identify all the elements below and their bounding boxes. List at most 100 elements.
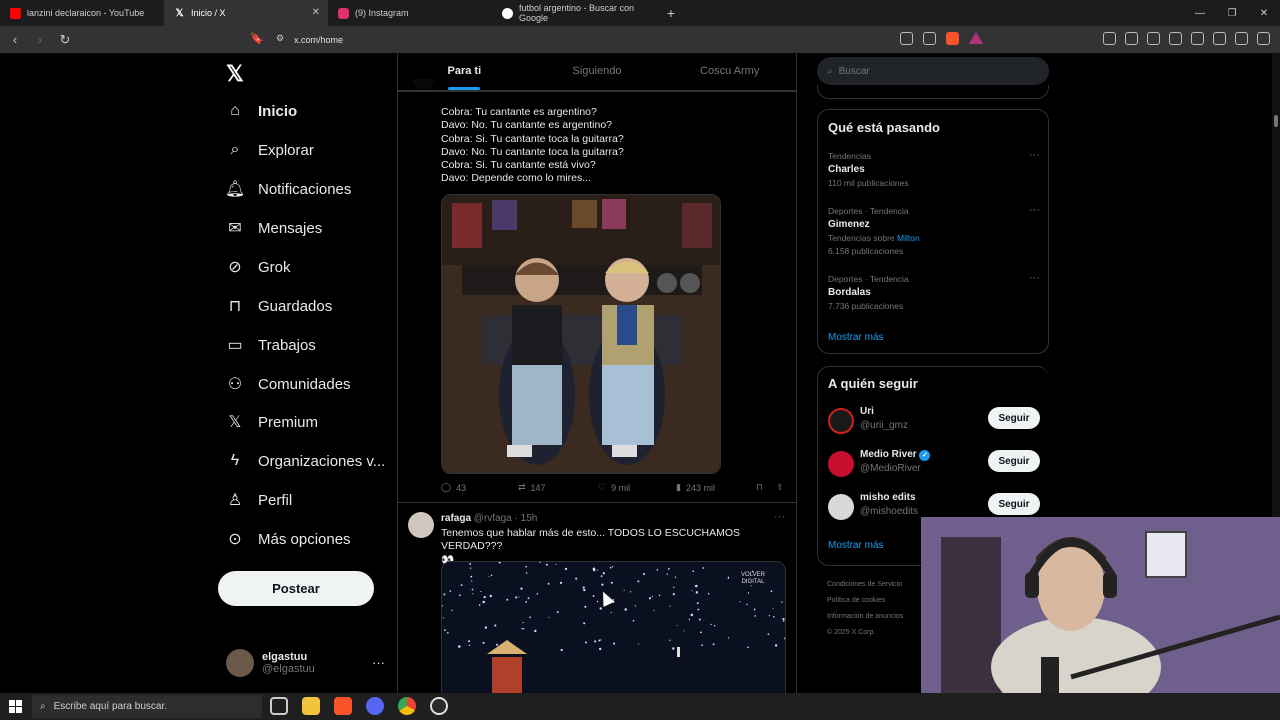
reply-button[interactable]: ◯ 43 (441, 482, 518, 493)
tab-title: futbol argentino - Buscar con Google (519, 3, 635, 23)
back-icon[interactable]: ‹ (5, 32, 25, 47)
more-dots-icon[interactable]: ··· (372, 655, 385, 670)
nav-item-trabajos[interactable]: ▭ Trabajos (226, 330, 315, 360)
tab-coscu-army[interactable]: Coscu Army (663, 53, 796, 90)
more-dots-icon[interactable]: ··· (1029, 149, 1040, 161)
nav-item-grok[interactable]: ⊘ Grok (226, 252, 290, 282)
search-icon: ⌕ (827, 65, 833, 77)
more-dots-icon[interactable]: ··· (1029, 272, 1040, 284)
chrome-icon[interactable] (398, 697, 416, 715)
music-icon[interactable] (1147, 32, 1160, 45)
author-name[interactable]: rafaga (441, 513, 471, 524)
obs-icon[interactable] (430, 697, 448, 715)
trend-name: Charles (828, 164, 865, 175)
video-watermark: VOLVER DIGITAL (741, 572, 765, 585)
trend-item[interactable]: Deportes · Tendencia Bordalas 7.736 publ… (828, 272, 1040, 311)
nav-item-organizaciones[interactable]: ϟ Organizaciones v... (226, 446, 386, 476)
url-field[interactable]: ⚙ x.com/home (268, 30, 992, 49)
tweet-time[interactable]: 15h (521, 513, 538, 524)
brave-shield-icon[interactable] (946, 32, 959, 45)
author-handle[interactable]: @rvfaga (474, 513, 512, 524)
tab-para-ti[interactable]: Para ti (398, 53, 531, 90)
menu-icon[interactable] (1257, 32, 1270, 45)
views-button[interactable]: ▮ 243 mil (676, 482, 756, 493)
follow-button[interactable]: Seguir (988, 493, 1040, 515)
follow-button[interactable]: Seguir (988, 407, 1040, 429)
close-tab-icon[interactable]: ✕ (312, 7, 320, 18)
scrollbar-thumb[interactable] (1274, 115, 1278, 127)
x-logo-icon[interactable]: 𝕏 (226, 61, 244, 87)
nav-item-perfil[interactable]: ♙ Perfil (226, 485, 292, 515)
minimize-icon[interactable]: — (1184, 0, 1216, 26)
discord-icon[interactable] (366, 697, 384, 715)
url-text: x.com/home (294, 34, 344, 45)
new-tab-button[interactable]: + (658, 5, 684, 21)
tab-youtube[interactable]: lanzini declaraicon - YouTube (0, 0, 164, 26)
follow-handle: @mishoedits (860, 506, 918, 517)
vpn-icon[interactable] (1235, 32, 1248, 45)
reload-icon[interactable]: ↻ (55, 32, 75, 48)
trend-related-link[interactable]: Milton (897, 233, 920, 243)
trends-panel: Qué está pasando Tendencias Charles 110 … (817, 109, 1049, 354)
leo-ai-icon[interactable] (1213, 32, 1226, 45)
nav-item-mas-opciones[interactable]: ⊙ Más opciones (226, 524, 350, 554)
windows-start-icon[interactable] (9, 700, 22, 713)
nav-label: Organizaciones v... (258, 452, 386, 470)
tab-instagram[interactable]: (9) Instagram (328, 0, 492, 26)
trend-item[interactable]: Deportes · Tendencia Gimenez Tendencias … (828, 204, 1040, 256)
more-dots-icon[interactable]: ··· (1029, 204, 1040, 216)
nav-label: Premium (258, 413, 319, 431)
show-more-follow-link[interactable]: Mostrar más (828, 540, 884, 551)
forward-icon[interactable]: › (30, 32, 50, 47)
extensions-icon[interactable] (1103, 32, 1116, 45)
share-button[interactable]: ⇪ (776, 482, 784, 493)
bookmark-page-icon[interactable]: 🔖 (250, 32, 264, 45)
site-settings-icon[interactable]: ⚙ (276, 33, 284, 44)
tab-google[interactable]: futbol argentino - Buscar con Google (492, 0, 658, 26)
nav-item-notificaciones[interactable]: 🔔︎ Notificaciones (225, 174, 352, 204)
briefcase-icon: ▭ (227, 337, 243, 354)
nav-item-inicio[interactable]: ⌂ Inicio (226, 96, 297, 126)
show-more-trends-link[interactable]: Mostrar más (828, 332, 884, 343)
brave-browser-icon[interactable] (334, 697, 352, 715)
follow-suggestion[interactable]: Medio River ✓ @MedioRiver Seguir (828, 449, 1040, 479)
more-dots-icon[interactable]: ··· (774, 511, 785, 523)
search-input[interactable]: ⌕ Buscar (817, 57, 1049, 85)
avatar[interactable] (408, 512, 434, 538)
file-explorer-icon[interactable] (302, 697, 320, 715)
tweet-text: Cobra: Tu cantante es argentino? Davo: N… (441, 106, 781, 186)
pip-icon[interactable] (900, 32, 913, 45)
follow-button[interactable]: Seguir (988, 450, 1040, 472)
taskbar-apps (270, 697, 448, 715)
tweet-video[interactable]: VOLVER DIGITAL (441, 561, 786, 693)
search-icon: ⌕ (40, 701, 46, 712)
screenshot-icon[interactable] (1125, 32, 1138, 45)
brave-rewards-icon[interactable] (969, 32, 983, 44)
restore-icon[interactable]: ❐ (1216, 0, 1248, 26)
nav-item-guardados[interactable]: ⊓ Guardados (226, 291, 332, 321)
like-button[interactable]: ♡ 9 mil (598, 482, 676, 493)
account-switcher[interactable]: elgastuu @elgastuu ··· (226, 649, 385, 677)
follow-suggestion[interactable]: Uri @urii_gmz Seguir (828, 406, 1040, 436)
nav-item-comunidades[interactable]: ⚇ Comunidades (226, 369, 351, 399)
bookmark-button[interactable]: ⊓ (756, 482, 776, 493)
tweet-image[interactable] (441, 194, 721, 474)
tab-siguiendo[interactable]: Siguiendo (531, 53, 664, 90)
repost-button[interactable]: ⇄ 147 (518, 482, 598, 493)
trend-count: 7.736 publicaciones (828, 301, 904, 311)
post-button[interactable]: Postear (218, 571, 374, 606)
close-window-icon[interactable]: ✕ (1248, 0, 1280, 26)
tab-x-home[interactable]: 𝕏 Inicio / X ✕ (164, 0, 328, 26)
nav-item-premium[interactable]: 𝕏 Premium (226, 407, 318, 437)
taskbar-search-placeholder: Escribe aquí para buscar. (53, 701, 168, 712)
task-view-icon[interactable] (270, 697, 288, 715)
nav-item-explorar[interactable]: ⌕ Explorar (226, 135, 314, 165)
nav-item-mensajes[interactable]: ✉ Mensajes (226, 213, 322, 243)
tab-title: (9) Instagram (355, 8, 409, 18)
tweet-actions: ◯ 43 ⇄ 147 ♡ 9 mil ▮ 243 mil ⊓ ⇪ (441, 482, 786, 493)
wallet-icon[interactable] (1191, 32, 1204, 45)
sidebar-icon[interactable] (1169, 32, 1182, 45)
share-icon[interactable] (923, 32, 936, 45)
trend-item[interactable]: Tendencias Charles 110 mil publicaciones… (828, 149, 1040, 188)
taskbar-search[interactable]: ⌕ Escribe aquí para buscar. (32, 695, 262, 718)
